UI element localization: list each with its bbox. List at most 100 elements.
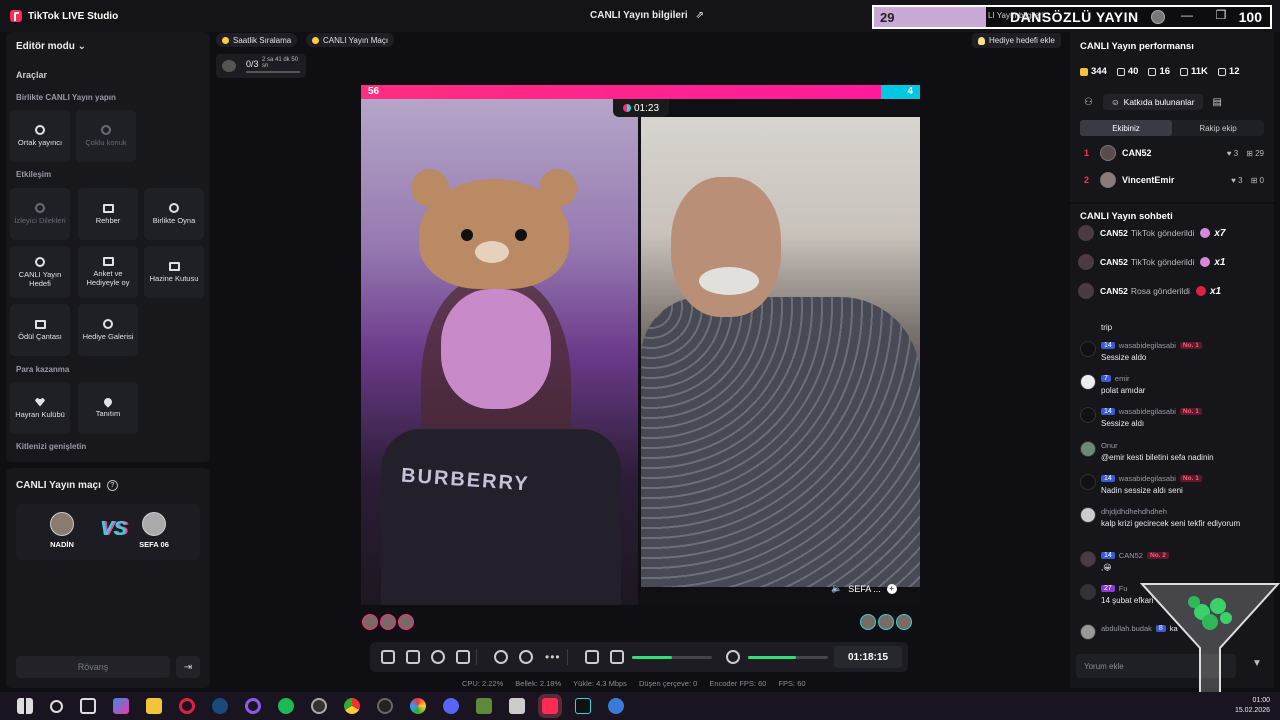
avatar[interactable] xyxy=(860,614,876,630)
encoder-fps-stat: Encoder FPS: 60 xyxy=(709,679,767,688)
guide-tile[interactable]: Rehber xyxy=(78,188,138,240)
guest-label[interactable]: 🔈 SEFA ... + xyxy=(831,583,897,594)
add-gift-goal-button[interactable]: Hediye hedefi ekle xyxy=(972,33,1061,48)
app-icon[interactable] xyxy=(608,698,624,714)
chat-message[interactable]: Onur @emir kesti biletini sefa nadinin xyxy=(1080,441,1270,463)
maximize-icon[interactable]: ❐ xyxy=(1214,8,1228,22)
avatar[interactable] xyxy=(380,614,396,630)
windows-start-icon[interactable] xyxy=(17,698,33,714)
gift-event: CAN52 TikTok gönderildi x7 xyxy=(1078,224,1268,242)
avatar[interactable] xyxy=(362,614,378,630)
search-icon[interactable] xyxy=(50,699,63,713)
avatar xyxy=(1078,254,1094,270)
gift-text: TikTok gönderildi xyxy=(1130,257,1195,267)
mic-slider[interactable] xyxy=(747,655,828,659)
list-icon[interactable]: ▤ xyxy=(1213,97,1222,108)
live-match-chip[interactable]: CANLI Yayın Maçı xyxy=(306,33,395,47)
chat-message[interactable]: 14 wasabidegilasabi No. 1 Sessize aldı xyxy=(1080,407,1270,429)
settings-sliders-icon[interactable] xyxy=(584,650,599,664)
gift-count: x1 xyxy=(1214,256,1226,268)
overlay-avatar xyxy=(1150,10,1165,24)
avatar[interactable] xyxy=(878,614,894,630)
app-icon[interactable] xyxy=(410,698,426,714)
fan-club-tile[interactable]: Hayran Kulübü xyxy=(10,382,70,434)
chat-message[interactable]: 14 wasabidegilasabi No. 1 Sessize aldo xyxy=(1080,341,1270,363)
camera-switch-icon[interactable] xyxy=(519,650,533,664)
editor-mode-dropdown[interactable]: Editör modu ⌄ xyxy=(16,41,86,52)
tab-rival-team[interactable]: Rakip ekip xyxy=(1172,120,1264,136)
avatar[interactable] xyxy=(398,614,414,630)
chevron-down-icon: ⌄ xyxy=(77,41,87,52)
host-face xyxy=(441,289,551,409)
file-explorer-icon[interactable] xyxy=(146,698,162,714)
share-icon: ⇗ xyxy=(695,10,705,21)
contributors-button[interactable]: ☺ Katkıda bulunanlar xyxy=(1102,94,1203,110)
gift-gallery-tile[interactable]: Hediye Galerisi xyxy=(78,304,138,356)
live-goal-tile[interactable]: CANLI Yayın Hedefi xyxy=(10,246,70,298)
rank-row[interactable]: 2 VincentEmir ♥ 3 ⊞ 0 xyxy=(1084,171,1264,189)
app-title: TikTok LIVE Studio xyxy=(28,10,119,22)
avatar xyxy=(1080,341,1096,357)
lightbulb-icon xyxy=(978,36,985,45)
task-view-icon[interactable] xyxy=(80,698,96,714)
more-icon[interactable]: ••• xyxy=(545,650,561,664)
gift-event: CAN52 Rosa gönderildi x1 xyxy=(1078,282,1268,300)
layout-icon[interactable] xyxy=(456,650,470,664)
host-top-gifters xyxy=(362,614,414,630)
minimize-icon[interactable]: — xyxy=(1180,8,1194,22)
opera-icon[interactable] xyxy=(179,698,195,714)
promote-tile[interactable]: Tanıtım xyxy=(78,382,138,434)
chrome-icon[interactable] xyxy=(344,698,360,714)
volume-slider[interactable] xyxy=(631,655,712,659)
viewer-requests-tile[interactable]: İzleyici Dilekleri xyxy=(10,188,70,240)
contributors-row: ⚇ ☺ Katkıda bulunanlar ▤ xyxy=(1084,94,1222,110)
cohost-label: Ortak yayıncı xyxy=(17,138,63,147)
beauty-icon[interactable] xyxy=(431,650,445,664)
copilot-icon[interactable] xyxy=(113,698,129,714)
spotify-icon[interactable] xyxy=(278,698,294,714)
minecraft-icon[interactable] xyxy=(476,698,492,714)
tab-your-team[interactable]: Ekibiniz xyxy=(1080,120,1172,136)
hourly-ranking-chip[interactable]: Saatlik Sıralama xyxy=(216,33,298,47)
follow-plus-icon[interactable]: + xyxy=(886,583,897,594)
effects-icon[interactable] xyxy=(381,650,395,664)
cohost-tile[interactable]: Ortak yayıncı xyxy=(10,110,70,162)
exit-icon[interactable]: ⇥ xyxy=(176,656,200,678)
help-icon[interactable]: ? xyxy=(106,480,118,491)
multi-guest-tile[interactable]: Çoklu konuk xyxy=(76,110,136,162)
system-clock[interactable]: 01:00 15.02.2026 xyxy=(1235,696,1270,716)
treasure-tile[interactable]: Hazine Kutusu xyxy=(144,246,204,298)
filter-icon[interactable] xyxy=(406,650,420,664)
joystick-icon xyxy=(169,203,179,213)
tiktok-icon[interactable] xyxy=(575,698,591,714)
treasure-timer-chip[interactable]: 0/3 2 sa 41 dk 50 sn xyxy=(216,54,306,78)
app-icon[interactable] xyxy=(245,698,261,714)
chat-message[interactable]: 14 CAN52 No. 2 ,😀 xyxy=(1080,551,1270,573)
steam-icon[interactable] xyxy=(212,698,228,714)
discord-icon[interactable] xyxy=(443,698,459,714)
clock-date: 15.02.2026 xyxy=(1234,706,1270,714)
chat-message[interactable]: trip xyxy=(1080,320,1270,333)
tiktok-live-studio-icon[interactable] xyxy=(542,698,558,714)
record-icon[interactable] xyxy=(494,650,508,664)
microphone-icon[interactable] xyxy=(725,650,740,664)
chat-message[interactable]: 7 emir polat amıdar xyxy=(1080,374,1270,396)
avatar[interactable] xyxy=(896,614,912,630)
play-together-tile[interactable]: Birlikte Oyna xyxy=(144,188,204,240)
level-badge: 14 xyxy=(1101,342,1115,349)
chat-message[interactable]: 14 wasabidegilasabi No. 1 Nadin sessize ald… xyxy=(1080,474,1270,496)
app-icon[interactable] xyxy=(509,698,525,714)
poll-tile[interactable]: Anket ve Hediyeyle oy xyxy=(78,246,138,298)
rematch-button[interactable]: Rövanş xyxy=(16,656,170,678)
rank-row[interactable]: 1 CAN52 ♥ 3 ⊞ 29 xyxy=(1084,144,1264,162)
app-icon[interactable] xyxy=(377,698,393,714)
app-icon[interactable] xyxy=(311,698,327,714)
live-info-button[interactable]: CANLI Yayın bilgileri ⇗ xyxy=(590,10,704,21)
reward-bag-tile[interactable]: Ödül Çantası xyxy=(10,304,70,356)
user-settings-icon[interactable]: ⚇ xyxy=(1084,97,1093,108)
chat-message[interactable]: dhjdjdhdhehdhdheh kalp krizi gecirecek se… xyxy=(1080,507,1270,529)
volume-icon[interactable] xyxy=(609,650,624,664)
goal-label: Hediye hedefi ekle xyxy=(989,36,1055,45)
promote-label: Tanıtım xyxy=(95,409,121,418)
coins-stat: 344 xyxy=(1080,66,1107,77)
